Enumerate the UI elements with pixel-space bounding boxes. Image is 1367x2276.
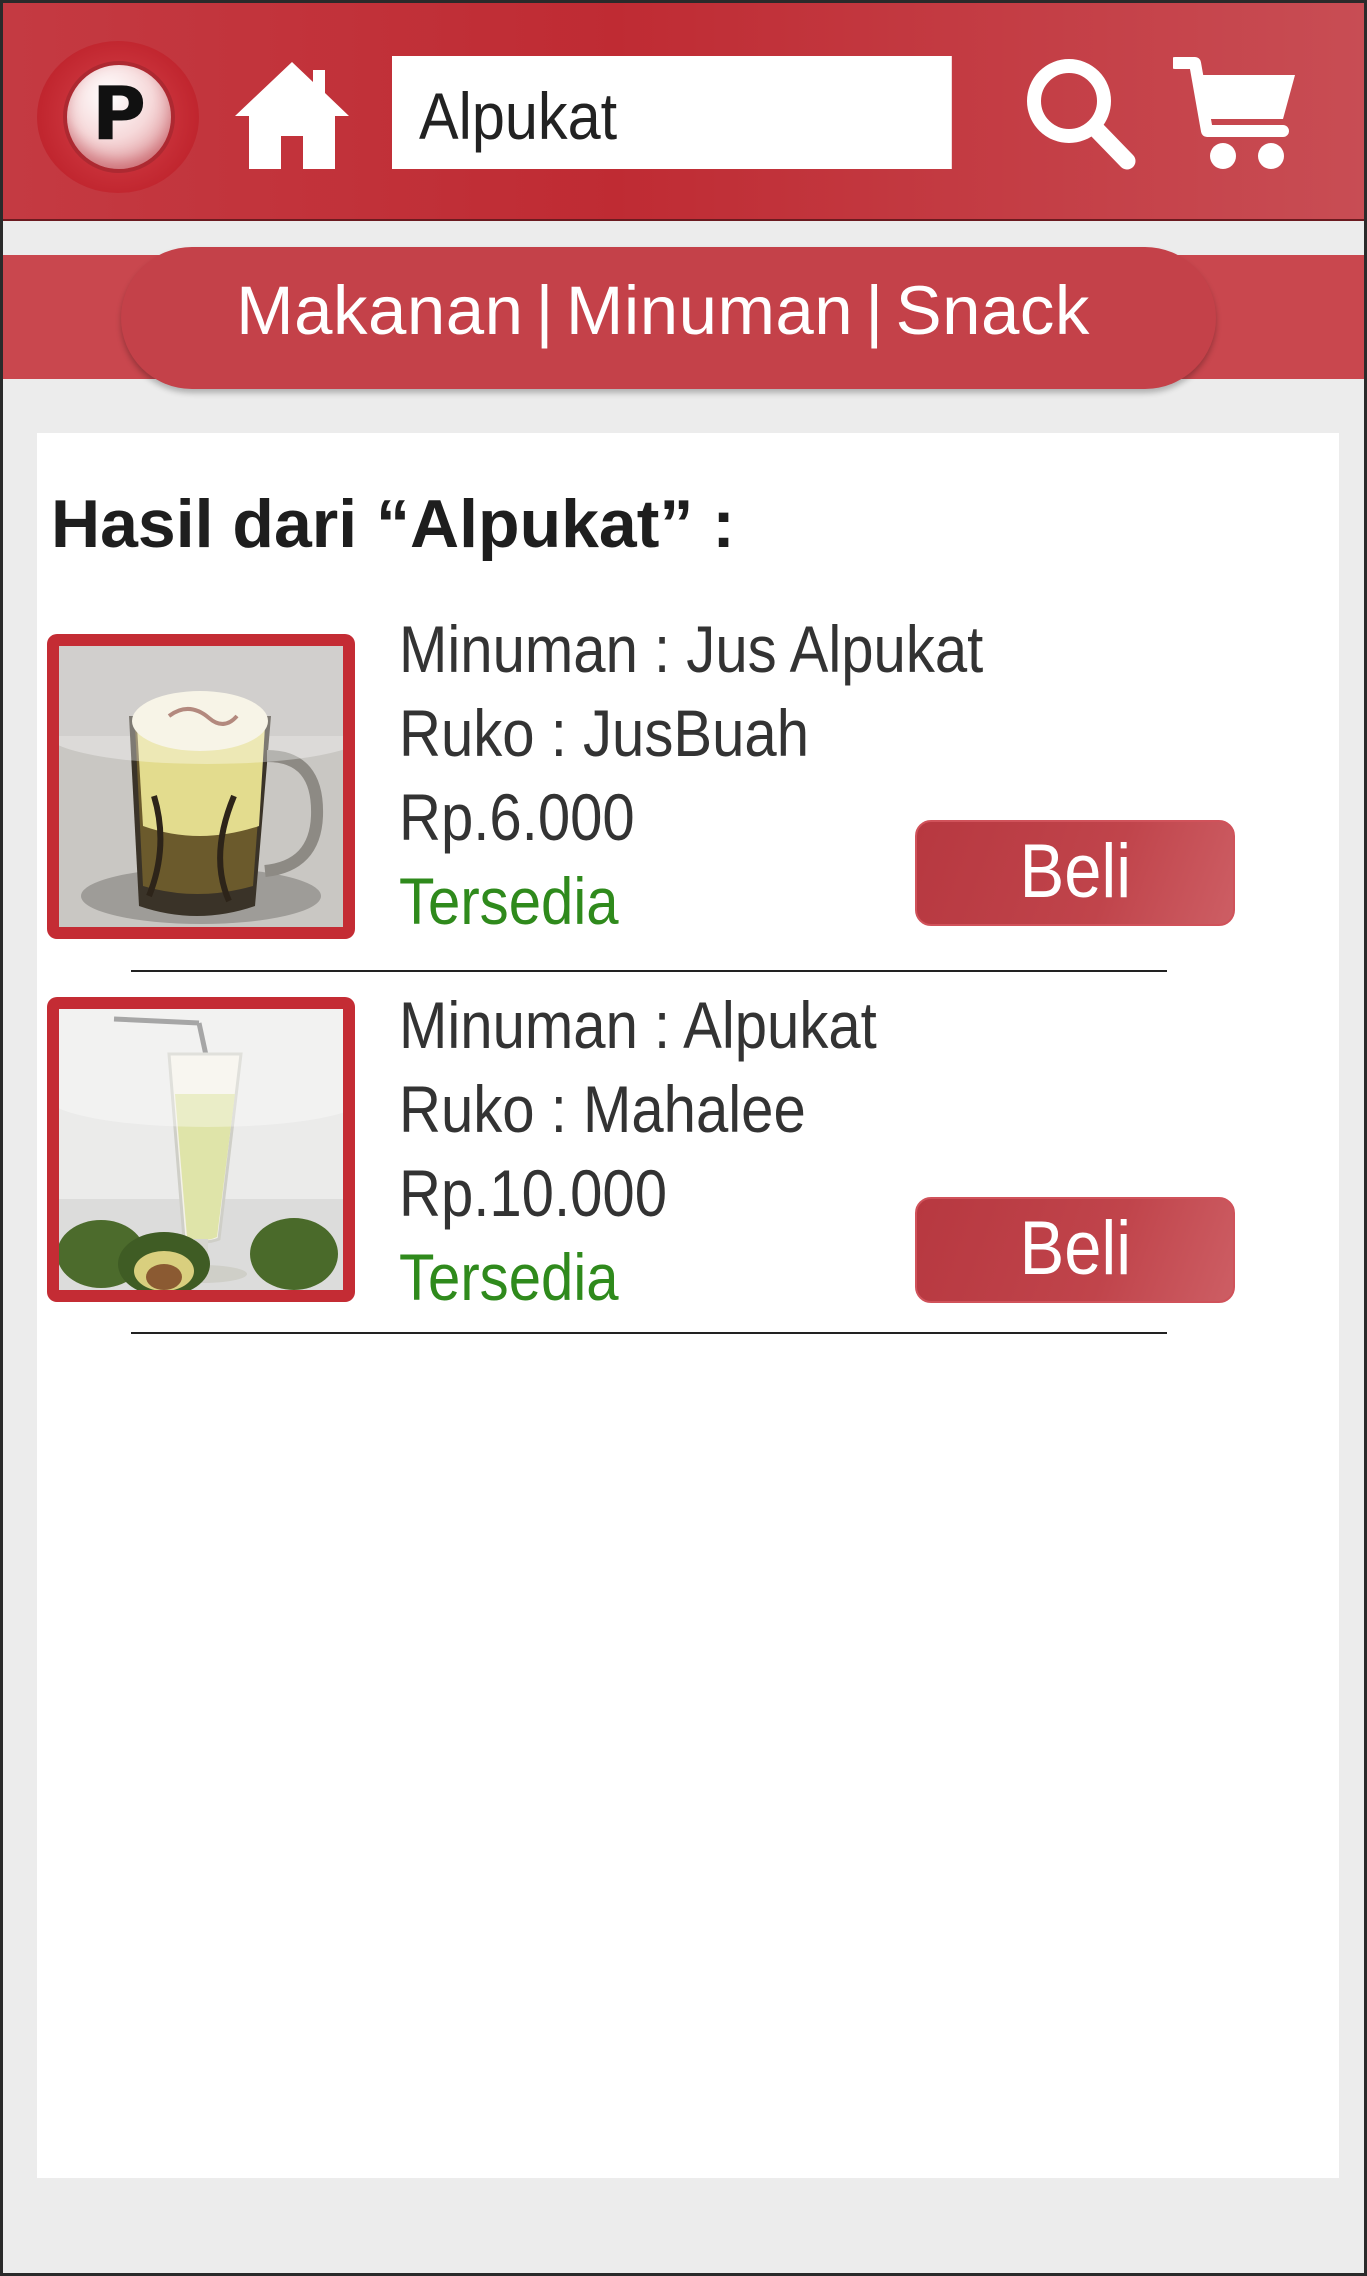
results-title: Hasil dari “Alpukat” : (51, 486, 735, 562)
product-image-alpukat[interactable] (47, 997, 355, 1302)
app-frame: P Makanan|Minuman|Snack Hasil dari “Alpu… (0, 0, 1367, 2276)
category-makanan[interactable]: Makanan (236, 272, 523, 349)
avocado-juice-glass-image (59, 1009, 343, 1290)
store-name: Ruko : JusBuah (399, 696, 810, 770)
product-price: Rp.10.000 (399, 1156, 668, 1230)
app-logo[interactable]: P (37, 41, 199, 193)
logo-letter: P (91, 71, 147, 157)
avocado-juice-mug-image (59, 646, 343, 927)
cart-icon[interactable] (1173, 55, 1297, 173)
store-name: Ruko : Mahalee (399, 1072, 806, 1146)
logo-badge: P (63, 61, 175, 173)
stock-status: Tersedia (399, 864, 619, 938)
buy-button-label: Beli (1019, 829, 1131, 914)
category-nav: Makanan | Minuman | Snack (3, 271, 1323, 350)
category-separator: | (535, 272, 554, 349)
product-image-jus-alpukat[interactable] (47, 634, 355, 939)
home-icon[interactable] (233, 58, 351, 173)
stock-status: Tersedia (399, 1240, 619, 1314)
product-name: Minuman : Jus Alpukat (399, 612, 984, 686)
product-price: Rp.6.000 (399, 780, 635, 854)
category-separator: | (865, 272, 884, 349)
buy-button[interactable]: Beli (915, 820, 1235, 926)
category-snack[interactable]: Snack (896, 272, 1090, 349)
search-icon[interactable] (1023, 55, 1136, 170)
item-divider (131, 1332, 1167, 1334)
buy-button[interactable]: Beli (915, 1197, 1235, 1303)
search-input[interactable] (392, 56, 952, 169)
category-minuman[interactable]: Minuman (566, 272, 853, 349)
product-name: Minuman : Alpukat (399, 988, 877, 1062)
buy-button-label: Beli (1019, 1206, 1131, 1291)
item-divider (131, 970, 1167, 972)
top-bar: P (3, 3, 1364, 221)
